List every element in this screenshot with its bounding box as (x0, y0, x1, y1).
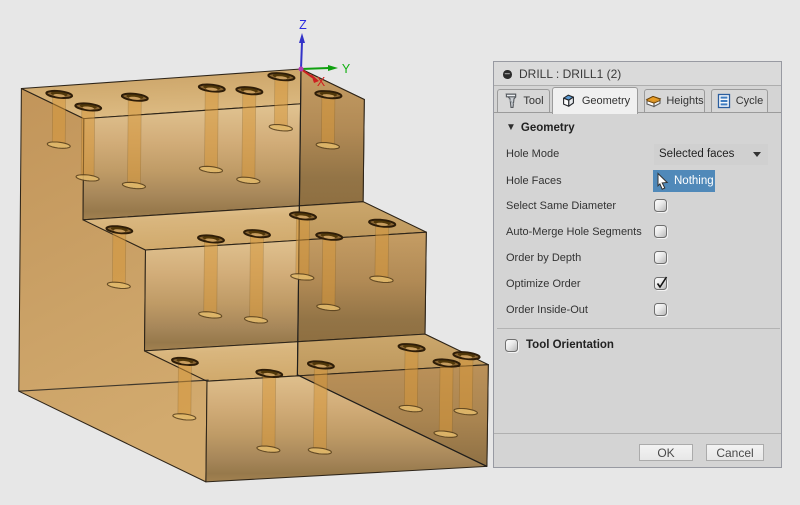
svg-text:Y: Y (342, 62, 351, 76)
svg-text:Z: Z (299, 18, 307, 32)
svg-text:X: X (317, 75, 326, 89)
